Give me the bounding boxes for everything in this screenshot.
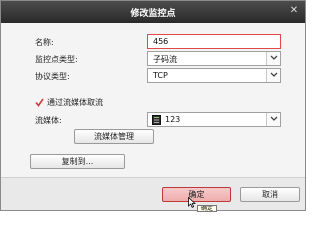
protocol-select[interactable]: TCP bbox=[147, 68, 281, 83]
name-input[interactable]: 456 bbox=[147, 34, 281, 49]
name-label: 名称: bbox=[35, 38, 54, 47]
via-stream-checkbox[interactable] bbox=[35, 98, 44, 107]
chevron-down-icon[interactable] bbox=[266, 69, 280, 82]
mouse-pointer-icon bbox=[188, 196, 197, 210]
title-bar[interactable]: 修改监控点 ✕ bbox=[1, 1, 305, 23]
dialog-title: 修改监控点 bbox=[130, 9, 176, 19]
ok-button[interactable]: 确定 bbox=[162, 187, 231, 202]
via-stream-label[interactable]: 通过流媒体取流 bbox=[47, 97, 103, 108]
stream-manage-button[interactable]: 流媒体管理 bbox=[74, 129, 154, 144]
edit-monitor-point-dialog: 修改监控点 ✕ 名称: 456 监控点类型: 子码流 协议类型: TCP 通过流… bbox=[0, 0, 306, 211]
close-icon[interactable]: ✕ bbox=[288, 5, 300, 17]
stream-label: 流媒体: bbox=[35, 116, 62, 125]
type-select[interactable]: 子码流 bbox=[147, 51, 281, 66]
stream-select[interactable]: 123 bbox=[147, 112, 281, 127]
dialog-footer: 确定 取消 bbox=[1, 177, 305, 210]
protocol-select-value: TCP bbox=[153, 71, 168, 80]
stream-select-value: 123 bbox=[165, 115, 181, 124]
protocol-label: 协议类型: bbox=[35, 72, 70, 81]
name-input-value: 456 bbox=[153, 37, 169, 46]
type-label: 监控点类型: bbox=[35, 55, 78, 64]
copy-to-button[interactable]: 复制到... bbox=[30, 154, 125, 169]
chevron-down-icon[interactable] bbox=[266, 113, 280, 126]
ok-tooltip: 确定 bbox=[197, 205, 217, 212]
type-select-value: 子码流 bbox=[153, 55, 177, 64]
server-icon bbox=[152, 115, 161, 125]
cancel-button[interactable]: 取消 bbox=[240, 187, 300, 202]
chevron-down-icon[interactable] bbox=[266, 52, 280, 65]
